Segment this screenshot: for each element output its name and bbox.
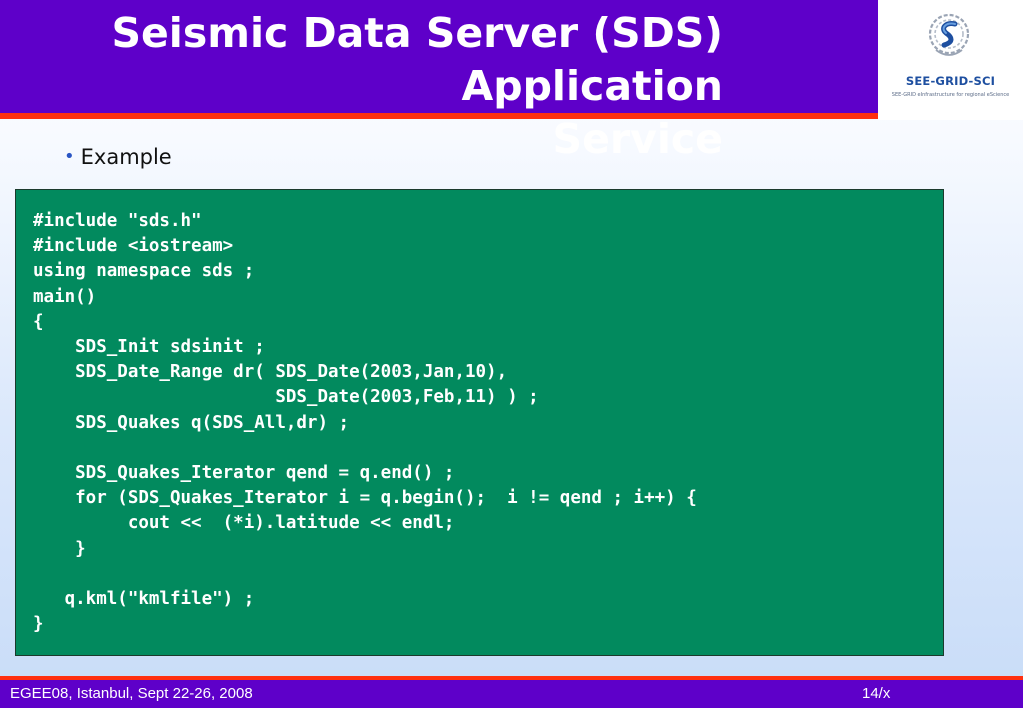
title-bar: Seismic Data Server (SDS) Application Se… xyxy=(0,0,878,163)
slide-title-line-1: Seismic Data Server (SDS) Application xyxy=(111,9,723,110)
logo-name: SEE-GRID-SCI xyxy=(905,74,996,88)
code-listing: #include "sds.h" #include <iostream> usi… xyxy=(33,211,697,635)
footer-event: EGEE08, Istanbul, Sept 22-26, 2008 xyxy=(10,685,253,702)
footer-page-number: 14/x xyxy=(862,685,891,702)
title-accent-rule xyxy=(0,113,878,119)
bullet-item: • Example xyxy=(64,145,172,169)
logo-tagline: SEE-GRID eInfrastructure for regional eS… xyxy=(891,92,1010,98)
see-grid-sci-logo-icon xyxy=(928,13,970,56)
code-block: #include "sds.h" #include <iostream> usi… xyxy=(15,189,944,656)
slide: Seismic Data Server (SDS) Application Se… xyxy=(0,0,1023,708)
bullet-text: Example xyxy=(80,145,172,169)
logo: SEE-GRID-SCI SEE-GRID eInfrastructure fo… xyxy=(878,0,1023,120)
bullet-dot-icon: • xyxy=(64,146,75,167)
footer-bar: EGEE08, Istanbul, Sept 22-26, 2008 14/x xyxy=(0,680,1023,708)
slide-title: Seismic Data Server (SDS) Application Se… xyxy=(0,7,723,166)
